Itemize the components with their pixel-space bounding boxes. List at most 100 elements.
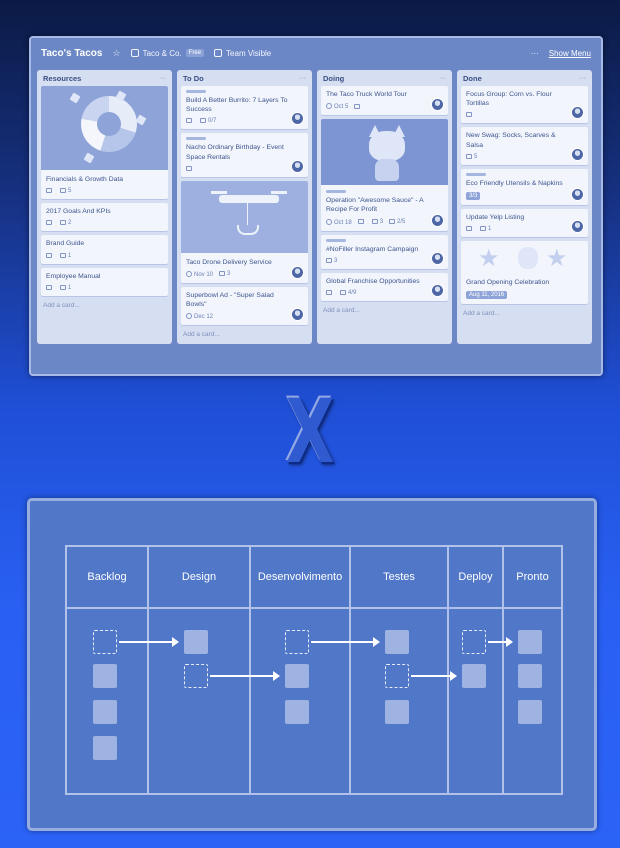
- card[interactable]: #NoFiller Instagram Campaign 3: [321, 234, 448, 269]
- star-icon[interactable]: ☆: [112, 48, 120, 59]
- attachment-count: 5: [60, 188, 71, 194]
- card-title: 2017 Goals And KPIs: [46, 208, 111, 216]
- card[interactable]: Nacho Ordinary Birthday - Event Space Re…: [181, 133, 308, 177]
- card-title: The Taco Truck World Tour: [326, 91, 407, 98]
- task-card-moved: [462, 630, 486, 654]
- description-icon: [46, 188, 54, 194]
- card[interactable]: New Swag: Socks, Scarves & Salsa 5: [461, 127, 588, 165]
- description-icon: [186, 118, 194, 124]
- add-card-link[interactable]: Add a card...: [181, 329, 308, 340]
- drone-cover-image: [181, 180, 308, 253]
- list-menu-icon[interactable]: ···: [159, 75, 166, 82]
- avatar[interactable]: [291, 159, 304, 173]
- description-icon: [46, 252, 54, 259]
- card[interactable]: Eco Friendly Utensils & Napkins 3/3: [461, 168, 588, 205]
- menu-dots-icon[interactable]: ···: [531, 49, 539, 58]
- avatar[interactable]: [571, 147, 584, 161]
- attachment-count: 3: [371, 219, 383, 225]
- card-title: #NoFiller Instagram Campaign: [326, 245, 419, 253]
- card[interactable]: Brand Guide 1: [41, 235, 168, 264]
- list-to-do: To Do ··· Build A Better Burrito: 7 Laye…: [177, 70, 312, 345]
- mascot-icon: [518, 247, 538, 270]
- card-title: Nacho Ordinary Birthday - Event Space Re…: [186, 144, 284, 161]
- description-icon: [354, 103, 362, 110]
- card[interactable]: ★ ★ Grand Opening Celebration Aug 11, 20…: [461, 241, 588, 305]
- description-icon: [326, 289, 334, 296]
- description-icon: [357, 219, 366, 225]
- checklist-badge: 3/3: [466, 191, 481, 200]
- description-icon: [466, 112, 474, 118]
- add-card-link[interactable]: Add a card...: [321, 305, 448, 316]
- card[interactable]: Update Yelp Listing 1: [461, 208, 588, 238]
- board-title[interactable]: Taco's Tacos: [41, 48, 102, 59]
- task-card: [93, 700, 117, 724]
- card[interactable]: Superbowl Ad - "Super Salad Bowls" Dec 1…: [181, 286, 308, 326]
- show-menu-button[interactable]: Show Menu: [549, 49, 591, 58]
- card-title: New Swag: Socks, Scarves & Salsa: [466, 132, 556, 149]
- task-card: [385, 630, 409, 654]
- trello-board-screenshot: Taco's Tacos ☆ Taco & Co. Free Team Visi…: [29, 36, 603, 376]
- avatar[interactable]: [431, 283, 444, 297]
- avatar[interactable]: [431, 251, 444, 265]
- team-link[interactable]: Taco & Co. Free: [130, 49, 205, 58]
- task-card: [184, 630, 208, 654]
- avatar[interactable]: [571, 187, 584, 201]
- card[interactable]: 2017 Goals And KPIs 2: [41, 203, 168, 232]
- card-title: Financials & Growth Data: [46, 176, 124, 183]
- due-date: Oct 5: [326, 103, 348, 110]
- task-card: [518, 700, 542, 724]
- description-icon: [46, 220, 54, 226]
- checklist-count: 0/7: [200, 118, 216, 124]
- list-title: Done: [463, 73, 482, 83]
- checklist-count: 2/5: [389, 219, 405, 225]
- due-date: Oct 18: [326, 218, 352, 226]
- attachment-count: 3: [219, 271, 230, 277]
- avatar[interactable]: [571, 220, 584, 234]
- list-menu-icon[interactable]: ···: [439, 75, 446, 82]
- avatar[interactable]: [431, 213, 444, 227]
- task-card: [518, 630, 542, 654]
- kanban-diagram: Backlog Design Desenvolvimento Testes De…: [27, 498, 597, 831]
- list-title: To Do: [183, 73, 204, 83]
- card[interactable]: Operation "Awesome Sauce" - A Recipe For…: [321, 119, 448, 231]
- card-title: Eco Friendly Utensils & Napkins: [466, 179, 563, 187]
- card-title: Taco Drone Delivery Service: [186, 258, 272, 266]
- due-date: Dec 12: [186, 313, 213, 320]
- description-icon: [466, 226, 474, 232]
- stars-cover-image: ★ ★: [466, 245, 583, 275]
- checklist-count: 4/9: [340, 289, 356, 296]
- task-card-moved: [93, 630, 117, 654]
- card[interactable]: Taco Drone Delivery Service Nov 10 3: [181, 180, 308, 283]
- card[interactable]: Employee Manual 1: [41, 267, 168, 296]
- task-card: [285, 700, 309, 724]
- card[interactable]: Global Franchise Opportunities 4/9: [321, 272, 448, 301]
- team-icon: [130, 49, 139, 57]
- column-header-deploy: Deploy: [458, 571, 493, 583]
- visibility-button[interactable]: Team Visible: [214, 49, 271, 58]
- flow-arrow-icon: [210, 671, 280, 681]
- list-done: Done ··· Focus Group: Corn vs. Flour Tor…: [457, 70, 592, 345]
- list-menu-icon[interactable]: ···: [299, 75, 306, 82]
- attachment-count: 1: [480, 226, 491, 232]
- card-title: Employee Manual: [46, 272, 101, 280]
- add-card-link[interactable]: Add a card...: [461, 308, 588, 319]
- add-card-link[interactable]: Add a card...: [41, 300, 168, 311]
- list-title: Doing: [323, 73, 345, 83]
- card[interactable]: Financials & Growth Data 5: [41, 86, 168, 200]
- card[interactable]: The Taco Truck World Tour Oct 5: [321, 86, 448, 116]
- card[interactable]: Focus Group: Corn vs. Flour Tortillas: [461, 86, 588, 124]
- flow-arrow-icon: [488, 637, 513, 647]
- list-menu-icon[interactable]: ···: [579, 75, 586, 82]
- star-icon: ★: [478, 245, 500, 273]
- list-doing: Doing ··· The Taco Truck World Tour Oct …: [317, 70, 452, 345]
- attachment-count: 2: [60, 220, 71, 226]
- avatar[interactable]: [291, 265, 304, 279]
- donut-chart-icon: [81, 96, 137, 152]
- card-label: [186, 137, 206, 141]
- column-header-pronto: Pronto: [516, 571, 549, 583]
- card[interactable]: Build A Better Burrito: 7 Layers To Succ…: [181, 86, 308, 130]
- card-title: Operation "Awesome Sauce" - A Recipe For…: [326, 197, 424, 214]
- card-label: [186, 90, 206, 93]
- task-card: [285, 664, 309, 688]
- flow-arrow-icon: [119, 637, 179, 647]
